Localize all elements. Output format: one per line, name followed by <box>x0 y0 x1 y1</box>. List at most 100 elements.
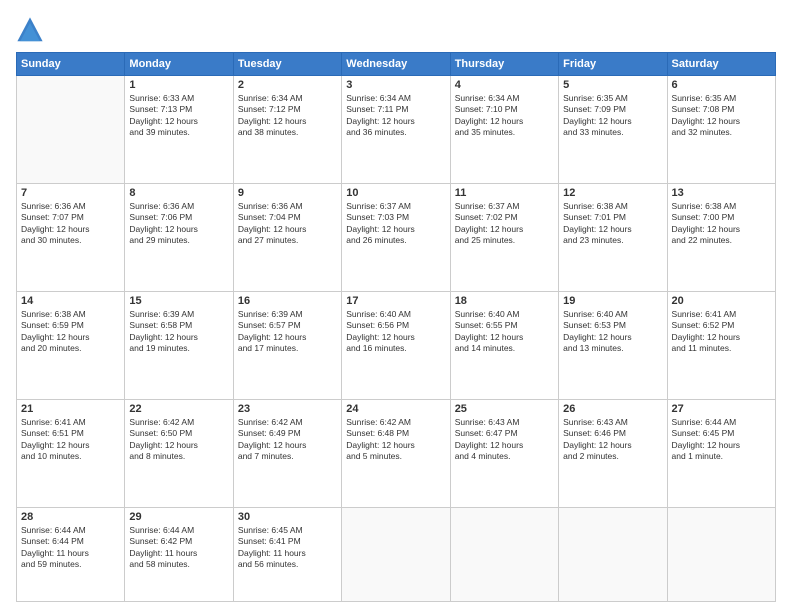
calendar-cell: 29 Sunrise: 6:44 AMSunset: 6:42 PMDayligh… <box>125 507 233 601</box>
day-info: Sunrise: 6:38 AMSunset: 7:00 PMDaylight:… <box>672 201 771 247</box>
calendar-cell: 2 Sunrise: 6:34 AMSunset: 7:12 PMDaylight… <box>233 76 341 184</box>
calendar-week-row: 7 Sunrise: 6:36 AMSunset: 7:07 PMDaylight… <box>17 183 776 291</box>
day-info: Sunrise: 6:39 AMSunset: 6:57 PMDaylight:… <box>238 309 337 355</box>
day-number: 12 <box>563 187 662 199</box>
day-number: 29 <box>129 511 228 523</box>
calendar-cell: 8 Sunrise: 6:36 AMSunset: 7:06 PMDaylight… <box>125 183 233 291</box>
day-info: Sunrise: 6:43 AMSunset: 6:46 PMDaylight:… <box>563 417 662 463</box>
day-number: 8 <box>129 187 228 199</box>
calendar-cell: 13 Sunrise: 6:38 AMSunset: 7:00 PMDayligh… <box>667 183 775 291</box>
calendar-cell: 26 Sunrise: 6:43 AMSunset: 6:46 PMDayligh… <box>559 399 667 507</box>
day-info: Sunrise: 6:44 AMSunset: 6:45 PMDaylight:… <box>672 417 771 463</box>
day-number: 26 <box>563 403 662 415</box>
day-info: Sunrise: 6:42 AMSunset: 6:48 PMDaylight:… <box>346 417 445 463</box>
day-info: Sunrise: 6:43 AMSunset: 6:47 PMDaylight:… <box>455 417 554 463</box>
calendar-cell: 21 Sunrise: 6:41 AMSunset: 6:51 PMDayligh… <box>17 399 125 507</box>
calendar-cell: 25 Sunrise: 6:43 AMSunset: 6:47 PMDayligh… <box>450 399 558 507</box>
calendar-header-tuesday: Tuesday <box>233 53 341 76</box>
day-number: 9 <box>238 187 337 199</box>
day-info: Sunrise: 6:35 AMSunset: 7:09 PMDaylight:… <box>563 93 662 139</box>
day-number: 14 <box>21 295 120 307</box>
calendar-cell: 16 Sunrise: 6:39 AMSunset: 6:57 PMDayligh… <box>233 291 341 399</box>
day-info: Sunrise: 6:42 AMSunset: 6:50 PMDaylight:… <box>129 417 228 463</box>
header <box>16 16 776 44</box>
day-number: 21 <box>21 403 120 415</box>
calendar-header-friday: Friday <box>559 53 667 76</box>
day-info: Sunrise: 6:34 AMSunset: 7:11 PMDaylight:… <box>346 93 445 139</box>
calendar-cell: 6 Sunrise: 6:35 AMSunset: 7:08 PMDaylight… <box>667 76 775 184</box>
day-info: Sunrise: 6:38 AMSunset: 7:01 PMDaylight:… <box>563 201 662 247</box>
day-info: Sunrise: 6:44 AMSunset: 6:44 PMDaylight:… <box>21 525 120 571</box>
day-number: 30 <box>238 511 337 523</box>
day-info: Sunrise: 6:41 AMSunset: 6:52 PMDaylight:… <box>672 309 771 355</box>
day-info: Sunrise: 6:34 AMSunset: 7:10 PMDaylight:… <box>455 93 554 139</box>
day-number: 13 <box>672 187 771 199</box>
calendar-cell <box>17 76 125 184</box>
calendar-cell <box>559 507 667 601</box>
calendar-header-row: SundayMondayTuesdayWednesdayThursdayFrid… <box>17 53 776 76</box>
day-number: 3 <box>346 79 445 91</box>
day-number: 11 <box>455 187 554 199</box>
logo-icon <box>16 16 44 44</box>
calendar-cell: 30 Sunrise: 6:45 AMSunset: 6:41 PMDayligh… <box>233 507 341 601</box>
day-number: 17 <box>346 295 445 307</box>
calendar-cell: 4 Sunrise: 6:34 AMSunset: 7:10 PMDaylight… <box>450 76 558 184</box>
calendar-cell: 7 Sunrise: 6:36 AMSunset: 7:07 PMDaylight… <box>17 183 125 291</box>
calendar-table: SundayMondayTuesdayWednesdayThursdayFrid… <box>16 52 776 602</box>
day-info: Sunrise: 6:39 AMSunset: 6:58 PMDaylight:… <box>129 309 228 355</box>
day-info: Sunrise: 6:36 AMSunset: 7:04 PMDaylight:… <box>238 201 337 247</box>
day-number: 7 <box>21 187 120 199</box>
calendar-cell: 14 Sunrise: 6:38 AMSunset: 6:59 PMDayligh… <box>17 291 125 399</box>
day-number: 20 <box>672 295 771 307</box>
calendar-cell: 1 Sunrise: 6:33 AMSunset: 7:13 PMDaylight… <box>125 76 233 184</box>
calendar-cell: 12 Sunrise: 6:38 AMSunset: 7:01 PMDayligh… <box>559 183 667 291</box>
day-number: 1 <box>129 79 228 91</box>
calendar-cell: 15 Sunrise: 6:39 AMSunset: 6:58 PMDayligh… <box>125 291 233 399</box>
day-info: Sunrise: 6:45 AMSunset: 6:41 PMDaylight:… <box>238 525 337 571</box>
day-number: 10 <box>346 187 445 199</box>
day-info: Sunrise: 6:37 AMSunset: 7:02 PMDaylight:… <box>455 201 554 247</box>
calendar-cell: 18 Sunrise: 6:40 AMSunset: 6:55 PMDayligh… <box>450 291 558 399</box>
day-number: 23 <box>238 403 337 415</box>
calendar-cell: 11 Sunrise: 6:37 AMSunset: 7:02 PMDayligh… <box>450 183 558 291</box>
calendar-week-row: 21 Sunrise: 6:41 AMSunset: 6:51 PMDayligh… <box>17 399 776 507</box>
logo <box>16 16 48 44</box>
day-number: 5 <box>563 79 662 91</box>
day-number: 2 <box>238 79 337 91</box>
calendar-cell: 24Sunrise: 6:42 AMSunset: 6:48 PMDayligh… <box>342 399 450 507</box>
day-number: 4 <box>455 79 554 91</box>
day-info: Sunrise: 6:36 AMSunset: 7:06 PMDaylight:… <box>129 201 228 247</box>
day-info: Sunrise: 6:41 AMSunset: 6:51 PMDaylight:… <box>21 417 120 463</box>
calendar-cell: 20 Sunrise: 6:41 AMSunset: 6:52 PMDayligh… <box>667 291 775 399</box>
day-info: Sunrise: 6:38 AMSunset: 6:59 PMDaylight:… <box>21 309 120 355</box>
day-number: 16 <box>238 295 337 307</box>
calendar-cell <box>667 507 775 601</box>
calendar-week-row: 1 Sunrise: 6:33 AMSunset: 7:13 PMDaylight… <box>17 76 776 184</box>
day-number: 19 <box>563 295 662 307</box>
day-number: 6 <box>672 79 771 91</box>
day-info: Sunrise: 6:34 AMSunset: 7:12 PMDaylight:… <box>238 93 337 139</box>
day-info: Sunrise: 6:35 AMSunset: 7:08 PMDaylight:… <box>672 93 771 139</box>
calendar-cell: 22 Sunrise: 6:42 AMSunset: 6:50 PMDayligh… <box>125 399 233 507</box>
day-info: Sunrise: 6:36 AMSunset: 7:07 PMDaylight:… <box>21 201 120 247</box>
calendar-cell: 9 Sunrise: 6:36 AMSunset: 7:04 PMDaylight… <box>233 183 341 291</box>
calendar-week-row: 14 Sunrise: 6:38 AMSunset: 6:59 PMDayligh… <box>17 291 776 399</box>
day-number: 18 <box>455 295 554 307</box>
calendar-header-sunday: Sunday <box>17 53 125 76</box>
day-info: Sunrise: 6:44 AMSunset: 6:42 PMDaylight:… <box>129 525 228 571</box>
calendar-cell: 3 Sunrise: 6:34 AMSunset: 7:11 PMDaylight… <box>342 76 450 184</box>
day-info: Sunrise: 6:33 AMSunset: 7:13 PMDaylight:… <box>129 93 228 139</box>
day-number: 27 <box>672 403 771 415</box>
calendar-cell: 23Sunrise: 6:42 AMSunset: 6:49 PMDayligh… <box>233 399 341 507</box>
day-number: 25 <box>455 403 554 415</box>
calendar-header-wednesday: Wednesday <box>342 53 450 76</box>
day-number: 28 <box>21 511 120 523</box>
day-info: Sunrise: 6:40 AMSunset: 6:55 PMDaylight:… <box>455 309 554 355</box>
calendar-cell <box>342 507 450 601</box>
day-info: Sunrise: 6:40 AMSunset: 6:56 PMDaylight:… <box>346 309 445 355</box>
calendar-cell: 19Sunrise: 6:40 AMSunset: 6:53 PMDayligh… <box>559 291 667 399</box>
calendar-cell: 17 Sunrise: 6:40 AMSunset: 6:56 PMDayligh… <box>342 291 450 399</box>
day-number: 22 <box>129 403 228 415</box>
calendar-cell: 5 Sunrise: 6:35 AMSunset: 7:09 PMDaylight… <box>559 76 667 184</box>
day-number: 15 <box>129 295 228 307</box>
